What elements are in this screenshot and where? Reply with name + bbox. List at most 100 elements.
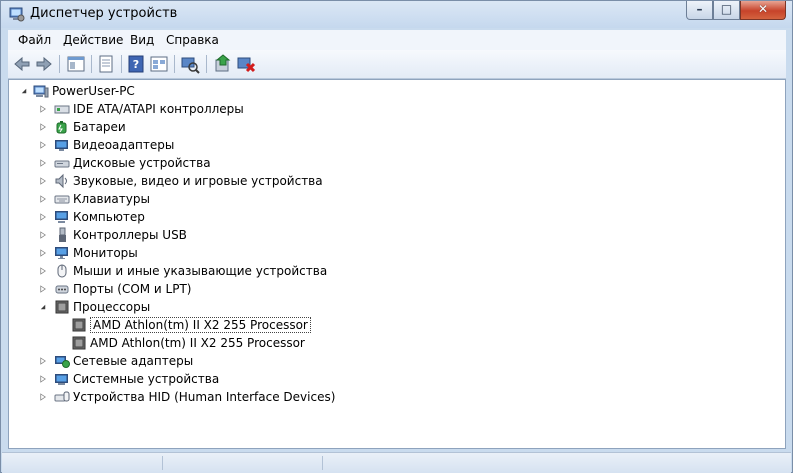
collapse-icon[interactable]: [21, 87, 27, 95]
tree-category-label: Порты (COM и LPT): [73, 282, 192, 296]
expand-icon[interactable]: [40, 195, 46, 203]
toolbar-separator: [206, 55, 207, 73]
tree-category-label: Мыши и иные указывающие устройства: [73, 264, 328, 278]
tree-category[interactable]: Батареи: [9, 118, 779, 136]
view-icon[interactable]: [149, 54, 169, 74]
device-tree[interactable]: PowerUser-PC IDE ATA/ATAPI контроллеры Бат…: [8, 79, 786, 449]
toolbar-separator: [59, 55, 60, 73]
tree-category[interactable]: Клавиатуры: [9, 190, 779, 208]
computer-icon: [55, 211, 68, 223]
tree-category[interactable]: Порты (COM и LPT): [9, 280, 779, 298]
expand-icon[interactable]: [40, 141, 46, 149]
hid-icon: [54, 391, 70, 402]
menu-action[interactable]: Действие: [63, 33, 123, 47]
expand-icon[interactable]: [40, 105, 46, 113]
close-icon: ✕: [757, 2, 769, 16]
port-icon: [55, 285, 69, 294]
tree-category[interactable]: IDE ATA/ATAPI контроллеры: [9, 100, 779, 118]
tree-category-label: Батареи: [73, 120, 126, 134]
processor-icon: [72, 318, 86, 332]
expand-icon[interactable]: [40, 177, 46, 185]
toolbar-separator: [91, 55, 92, 73]
tree-category[interactable]: Процессоры: [9, 298, 779, 316]
tree-category[interactable]: Сетевые адаптеры: [9, 352, 779, 370]
expand-icon[interactable]: [40, 159, 46, 167]
network-adapter-icon: [55, 356, 70, 368]
scan-hardware-icon[interactable]: [180, 54, 200, 74]
tree-device-label: AMD Athlon(tm) II X2 255 Processor: [90, 317, 311, 333]
tree-category[interactable]: Устройства HID (Human Interface Devices): [9, 388, 779, 406]
status-cell: [2, 456, 163, 470]
svg-text:?: ?: [133, 58, 139, 71]
tree-category[interactable]: Контроллеры USB: [9, 226, 779, 244]
mouse-icon: [57, 264, 67, 278]
tree-category-label: Видеоадаптеры: [73, 138, 175, 152]
expand-icon[interactable]: [40, 357, 46, 365]
menu-view[interactable]: Вид: [130, 33, 154, 47]
tree-category[interactable]: Звуковые, видео и игровые устройства: [9, 172, 779, 190]
tree-category-label: Сетевые адаптеры: [73, 354, 194, 368]
tree-root-label: PowerUser-PC: [52, 84, 135, 98]
expand-icon[interactable]: [40, 249, 46, 257]
window-controls: – □ ✕: [686, 1, 786, 21]
show-hide-tree-icon[interactable]: [66, 54, 86, 74]
minimize-icon: –: [696, 2, 703, 16]
expand-icon[interactable]: [40, 375, 46, 383]
status-cell: [162, 456, 323, 470]
menu-file[interactable]: Файл: [18, 33, 51, 47]
tree-device[interactable]: AMD Athlon(tm) II X2 255 Processor: [9, 334, 779, 352]
tree-category[interactable]: Мыши и иные указывающие устройства: [9, 262, 779, 280]
keyboard-icon: [54, 195, 70, 204]
minimize-button[interactable]: –: [686, 1, 713, 20]
menu-help[interactable]: Справка: [166, 33, 219, 47]
tree-category-label: Звуковые, видео и игровые устройства: [73, 174, 323, 188]
root-computer-icon: [33, 85, 49, 98]
tree-category[interactable]: Компьютер: [9, 208, 779, 226]
tree-category[interactable]: Системные устройства: [9, 370, 779, 388]
title-bar[interactable]: Диспетчер устройств – □ ✕: [1, 1, 792, 28]
tree-root[interactable]: PowerUser-PC: [9, 82, 779, 100]
menu-bar: Файл Действие Вид Справка: [8, 30, 786, 50]
tree-category-label: Мониторы: [73, 246, 138, 260]
tree-category[interactable]: Видеоадаптеры: [9, 136, 779, 154]
usb-icon: [59, 227, 66, 242]
expand-icon[interactable]: [40, 123, 46, 131]
expand-icon[interactable]: [40, 231, 46, 239]
expand-icon[interactable]: [40, 267, 46, 275]
monitor-icon: [55, 247, 68, 259]
tree-category[interactable]: Мониторы: [9, 244, 779, 262]
collapse-icon[interactable]: [40, 303, 46, 311]
tree-category-label: Устройства HID (Human Interface Devices): [73, 390, 336, 404]
toolbar: ?: [8, 50, 786, 79]
properties-icon[interactable]: [96, 54, 116, 74]
processor-icon: [72, 336, 86, 350]
battery-icon: [56, 121, 67, 134]
toolbar-separator: [121, 55, 122, 73]
window-title: Диспетчер устройств: [30, 6, 178, 21]
tree-category-label: Компьютер: [73, 210, 145, 224]
tree-device-label: AMD Athlon(tm) II X2 255 Processor: [90, 336, 305, 350]
tree-category-label: Дисковые устройства: [73, 156, 211, 170]
tree-category[interactable]: Дисковые устройства: [9, 154, 779, 172]
update-driver-icon[interactable]: [213, 54, 233, 74]
close-button[interactable]: ✕: [740, 1, 786, 20]
tree-category-label: IDE ATA/ATAPI контроллеры: [73, 102, 244, 116]
device-manager-window: Диспетчер устройств – □ ✕ Файл Действие …: [0, 0, 793, 473]
device-manager-icon: [9, 7, 25, 22]
back-arrow-icon[interactable]: [12, 54, 32, 74]
maximize-button[interactable]: □: [713, 1, 740, 20]
processor-icon: [55, 300, 69, 314]
help-icon[interactable]: ?: [126, 54, 146, 74]
speaker-icon: [55, 173, 67, 189]
uninstall-icon[interactable]: [236, 54, 256, 74]
tree-device[interactable]: AMD Athlon(tm) II X2 255 Processor: [9, 316, 779, 334]
tree-category-label: Процессоры: [73, 300, 151, 314]
toolbar-separator: [174, 55, 175, 73]
expand-icon[interactable]: [40, 393, 46, 401]
maximize-icon: □: [720, 2, 733, 16]
system-devices-icon: [55, 374, 68, 385]
expand-icon[interactable]: [40, 285, 46, 293]
forward-arrow-icon[interactable]: [34, 54, 54, 74]
display-adapter-icon: [55, 140, 68, 151]
expand-icon[interactable]: [40, 213, 46, 221]
